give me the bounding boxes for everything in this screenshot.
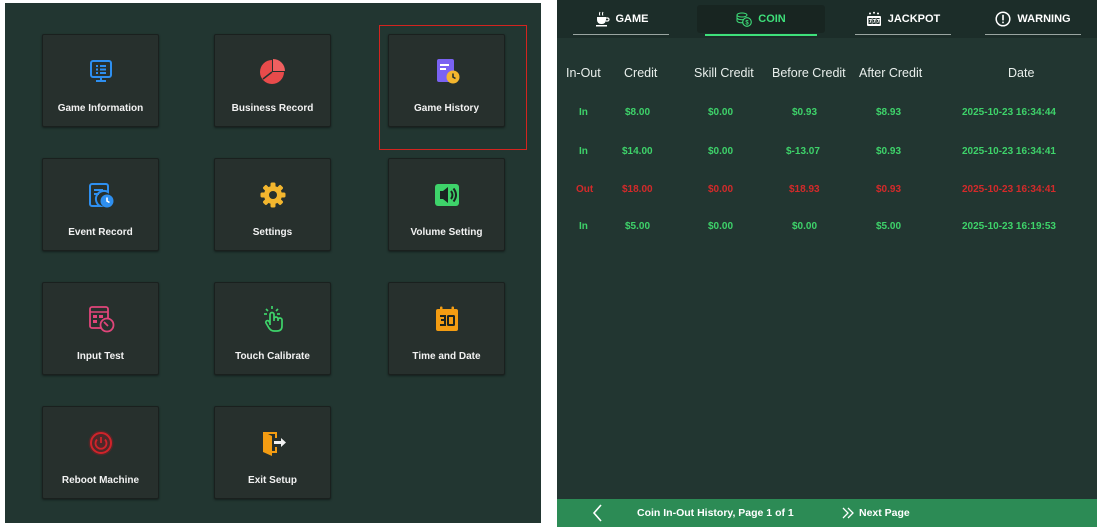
game-history-label: Game History	[413, 103, 480, 114]
input-test-tile[interactable]: Input Test	[42, 282, 159, 375]
column-header-credit: Credit	[624, 66, 658, 80]
game-information-tile[interactable]: Game Information	[42, 34, 159, 127]
exit-door-icon	[259, 429, 287, 457]
row-after-credit: $8.93	[876, 107, 902, 118]
time-and-date-tile[interactable]: Time and Date	[388, 282, 505, 375]
row-after-credit: $5.00	[876, 221, 902, 232]
coin-history-panel: GAME $ COIN JACKPOT WARNING In-Out Credi…	[557, 0, 1097, 527]
speaker-icon	[433, 181, 461, 209]
event-record-tile[interactable]: Event Record	[42, 158, 159, 251]
slot-777-icon	[866, 11, 882, 27]
row-skill-credit: $0.00	[708, 107, 734, 118]
tab-jackpot-label: JACKPOT	[887, 13, 941, 25]
volume-setting-tile[interactable]: Volume Setting	[388, 158, 505, 251]
tab-bar: GAME $ COIN JACKPOT WARNING	[557, 0, 1097, 38]
game-history-tile[interactable]: Game History	[388, 34, 505, 127]
business-record-tile[interactable]: Business Record	[214, 34, 331, 127]
keypad-dial-icon	[87, 305, 115, 333]
gear-icon	[259, 181, 287, 209]
row-date: 2025-10-23 16:34:44	[962, 107, 1056, 118]
tab-warning[interactable]: WARNING	[977, 5, 1089, 35]
reboot-machine-label: Reboot Machine	[61, 475, 140, 486]
row-date: 2025-10-23 16:34:41	[962, 146, 1056, 157]
row-before-credit: $0.00	[792, 221, 818, 232]
row-credit: $5.00	[625, 221, 651, 232]
row-in-out: In	[579, 221, 588, 232]
tab-coin-underline	[705, 34, 817, 36]
next-page-label: Next Page	[859, 507, 910, 519]
warning-circle-icon	[995, 11, 1011, 27]
settings-label: Settings	[252, 227, 293, 238]
document-clock-icon	[433, 57, 461, 85]
next-page-button[interactable]: Next Page	[840, 504, 910, 522]
exit-setup-tile[interactable]: Exit Setup	[214, 406, 331, 499]
touch-calibrate-label: Touch Calibrate	[235, 351, 310, 362]
tab-coin-label: COIN	[758, 13, 786, 25]
row-in-out: Out	[576, 184, 594, 195]
event-record-label: Event Record	[68, 227, 133, 238]
input-test-label: Input Test	[76, 351, 125, 362]
tab-jackpot[interactable]: JACKPOT	[847, 5, 959, 35]
monitor-list-icon	[87, 57, 115, 85]
row-skill-credit: $0.00	[708, 221, 734, 232]
calendar-icon	[433, 305, 461, 333]
previous-page-button[interactable]	[588, 502, 608, 524]
touch-hand-icon	[259, 305, 287, 333]
tab-game-underline	[573, 34, 669, 35]
pagination-footer: Coin In-Out History, Page 1 of 1 Next Pa…	[557, 499, 1097, 527]
column-header-before-credit: Before Credit	[772, 66, 846, 80]
row-credit: $14.00	[622, 146, 653, 157]
touch-calibrate-tile[interactable]: Touch Calibrate	[214, 282, 331, 375]
power-icon	[87, 429, 115, 457]
column-header-after-credit: After Credit	[859, 66, 923, 80]
row-in-out: In	[579, 107, 588, 118]
pie-chart-icon	[259, 57, 287, 85]
volume-setting-label: Volume Setting	[410, 227, 483, 238]
tab-game-label: GAME	[615, 13, 649, 25]
row-before-credit: $18.93	[789, 184, 820, 195]
coin-icon: $	[736, 11, 753, 27]
tab-game[interactable]: GAME	[565, 5, 677, 35]
tab-coin[interactable]: $ COIN	[697, 5, 825, 36]
row-after-credit: $0.93	[876, 146, 902, 157]
row-skill-credit: $0.00	[708, 184, 734, 195]
row-credit: $8.00	[625, 107, 651, 118]
row-skill-credit: $0.00	[708, 146, 734, 157]
exit-setup-label: Exit Setup	[248, 475, 297, 486]
game-information-label: Game Information	[57, 103, 144, 114]
time-and-date-label: Time and Date	[412, 351, 481, 362]
row-date: 2025-10-23 16:34:41	[962, 184, 1056, 195]
row-in-out: In	[579, 146, 588, 157]
column-header-skill-credit: Skill Credit	[694, 66, 754, 80]
setup-menu-panel: Game Information Business Record Game Hi…	[5, 3, 541, 523]
row-before-credit: $0.93	[792, 107, 818, 118]
pagination-title: Coin In-Out History, Page 1 of 1	[637, 507, 794, 519]
tab-warning-underline	[985, 34, 1081, 35]
column-header-date: Date	[1008, 66, 1035, 80]
tab-jackpot-underline	[855, 34, 951, 35]
tab-warning-label: WARNING	[1017, 13, 1071, 25]
cup-icon	[594, 11, 610, 27]
chevron-left-icon	[592, 504, 602, 522]
business-record-label: Business Record	[231, 103, 314, 114]
row-date: 2025-10-23 16:19:53	[962, 221, 1056, 232]
row-credit: $18.00	[622, 184, 653, 195]
settings-tile[interactable]: Settings	[214, 158, 331, 251]
double-chevron-right-icon	[840, 506, 856, 520]
reboot-machine-tile[interactable]: Reboot Machine	[42, 406, 159, 499]
row-after-credit: $0.93	[876, 184, 902, 195]
column-header-in-out: In-Out	[566, 66, 601, 80]
document-clock-icon	[87, 181, 115, 209]
row-before-credit: $-13.07	[786, 146, 820, 157]
